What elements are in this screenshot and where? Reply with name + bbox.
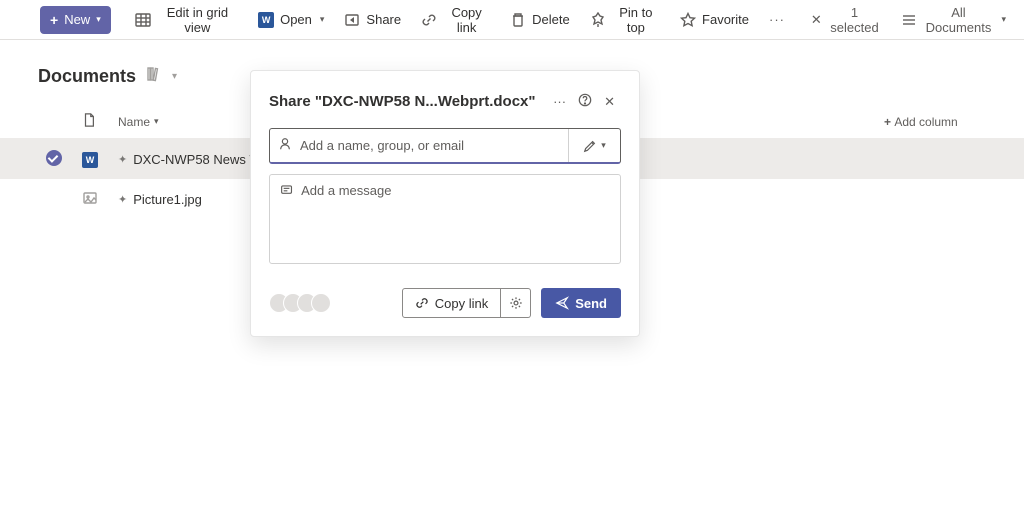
open-label: Open — [280, 12, 312, 27]
dialog-footer: Copy link Send — [269, 288, 621, 318]
share-icon — [344, 12, 360, 28]
person-icon — [270, 137, 300, 154]
chevron-down-icon: ▾ — [1001, 14, 1006, 25]
file-name: Picture1.jpg — [133, 192, 202, 207]
recipient-input[interactable] — [300, 129, 568, 162]
word-icon: W — [82, 152, 98, 168]
favorite-button[interactable]: Favorite — [672, 6, 757, 34]
more-button[interactable]: ··· — [761, 6, 793, 34]
chevron-down-icon: ▾ — [154, 116, 159, 127]
edit-grid-label: Edit in grid view — [157, 5, 238, 35]
plus-icon: + — [50, 12, 58, 28]
edit-grid-button[interactable]: Edit in grid view — [127, 6, 246, 34]
chevron-down-icon: ▾ — [320, 14, 325, 25]
send-icon — [555, 296, 569, 310]
trash-icon — [510, 12, 526, 28]
message-field[interactable] — [269, 174, 621, 264]
access-avatars[interactable] — [269, 293, 331, 313]
view-label: All Documents — [921, 5, 995, 35]
pin-label: Pin to top — [612, 5, 660, 35]
avatar — [311, 293, 331, 313]
list-icon — [901, 12, 917, 28]
message-icon — [280, 183, 293, 197]
send-label: Send — [575, 296, 607, 311]
star-icon — [680, 12, 696, 28]
file-type-icon — [82, 190, 118, 209]
new-button[interactable]: + New ▾ — [40, 6, 111, 34]
close-icon: ✕ — [809, 12, 824, 28]
chevron-down-icon: ▾ — [96, 14, 101, 25]
checkbox-checked-icon — [46, 150, 62, 166]
new-badge-icon: ✦ — [118, 193, 127, 206]
share-button[interactable]: Share — [336, 6, 409, 34]
permissions-dropdown[interactable]: ▾ — [568, 129, 620, 162]
copy-link-button[interactable]: Copy link — [402, 288, 501, 318]
row-select[interactable] — [46, 150, 82, 169]
add-column-button[interactable]: + Add column — [884, 115, 1024, 129]
pencil-icon — [583, 139, 597, 153]
word-icon: W — [258, 12, 274, 28]
delete-label: Delete — [532, 12, 570, 27]
dialog-header: Share "DXC-NWP58 N...Webprt.docx" ··· ✕ — [269, 89, 621, 114]
link-settings-button[interactable] — [501, 288, 531, 318]
pin-icon — [590, 12, 606, 28]
column-icon — [82, 113, 118, 130]
view-switcher[interactable]: All Documents ▾ — [893, 6, 1014, 34]
message-input[interactable] — [301, 183, 610, 255]
command-bar: + New ▾ Edit in grid view W Open ▾ Share… — [0, 0, 1024, 40]
pin-button[interactable]: Pin to top — [582, 6, 668, 34]
file-type-icon: W — [82, 151, 118, 168]
grid-icon — [135, 12, 151, 28]
dialog-title: Share "DXC-NWP58 N...Webprt.docx" — [269, 93, 547, 110]
open-button[interactable]: W Open ▾ — [250, 6, 332, 34]
add-column-label: Add column — [894, 115, 957, 129]
library-icon[interactable] — [146, 66, 162, 87]
chevron-down-icon: ▾ — [601, 140, 606, 151]
selected-label: 1 selected — [828, 5, 882, 35]
ellipsis-icon: ··· — [769, 12, 785, 28]
close-icon[interactable]: ✕ — [598, 90, 621, 114]
gear-icon — [509, 296, 523, 310]
library-title: Documents — [38, 66, 136, 87]
delete-button[interactable]: Delete — [502, 6, 578, 34]
share-label: Share — [366, 12, 401, 27]
send-button[interactable]: Send — [541, 288, 621, 318]
help-icon[interactable] — [572, 89, 598, 114]
clear-selection-button[interactable]: ✕ 1 selected — [801, 6, 889, 34]
link-icon — [421, 12, 437, 28]
copy-link-label: Copy link — [435, 296, 488, 311]
recipient-field[interactable]: ▾ — [269, 128, 621, 164]
share-dialog: Share "DXC-NWP58 N...Webprt.docx" ··· ✕ … — [250, 70, 640, 337]
new-button-label: New — [64, 12, 90, 27]
ellipsis-icon[interactable]: ··· — [547, 90, 572, 113]
favorite-label: Favorite — [702, 12, 749, 27]
link-icon — [415, 296, 429, 310]
new-badge-icon: ✦ — [118, 153, 127, 166]
copy-link-button[interactable]: Copy link — [413, 6, 498, 34]
chevron-down-icon[interactable]: ▾ — [172, 71, 177, 82]
copy-link-label: Copy link — [443, 5, 490, 35]
column-name-label: Name — [118, 115, 150, 129]
